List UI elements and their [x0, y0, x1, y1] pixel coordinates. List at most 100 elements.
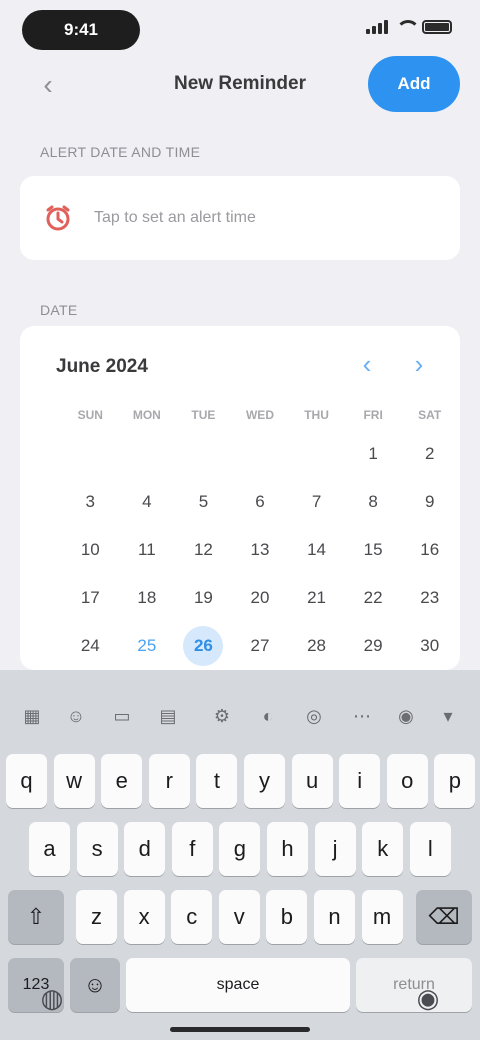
key-x[interactable]: x	[123, 890, 165, 944]
key-q[interactable]: q	[6, 754, 47, 808]
weekday-label: SAT	[418, 408, 442, 422]
key-w[interactable]: w	[53, 754, 95, 808]
day-cell[interactable]: 12	[175, 526, 232, 574]
more-icon[interactable]: ⋯	[350, 704, 374, 728]
calendar: June 2024 ‹ › SUN MON TUE WED THU FRI SAT 1234…	[20, 326, 460, 670]
key-f[interactable]: f	[171, 822, 213, 876]
globe-icon[interactable]: ◍	[32, 978, 72, 1018]
day-cell[interactable]: 24	[62, 622, 119, 670]
settings-icon[interactable]: ⚙	[210, 704, 234, 728]
day-cell[interactable]: 5	[175, 478, 232, 526]
day-cell[interactable]: 6	[232, 478, 289, 526]
day-cell[interactable]: 11	[119, 526, 176, 574]
day-cell[interactable]: 23	[401, 574, 458, 622]
key-e[interactable]: e	[101, 754, 143, 808]
delete-icon: ⌫	[428, 904, 460, 929]
key-j[interactable]: j	[314, 822, 356, 876]
key-row-1: qwertyuiop	[0, 754, 480, 812]
key-v[interactable]: v	[218, 890, 260, 944]
day-cell[interactable]: 7	[288, 478, 345, 526]
emoji-icon[interactable]: ☺	[64, 704, 88, 728]
key-h[interactable]: h	[267, 822, 308, 876]
day-cell[interactable]: 21	[288, 574, 345, 622]
key-o[interactable]: o	[386, 754, 428, 808]
day-cell[interactable]: 17	[62, 574, 119, 622]
home-area: ◍ ◉	[0, 940, 480, 1040]
translate-icon[interactable]: ◎	[302, 704, 326, 728]
day-cell[interactable]: 20	[232, 574, 289, 622]
clipboard-icon[interactable]: ▤	[156, 704, 180, 728]
key-c[interactable]: c	[171, 890, 213, 944]
day-cell[interactable]: 9	[401, 478, 458, 526]
day-cell[interactable]: 30	[401, 622, 458, 670]
day-cell[interactable]: 4	[119, 478, 176, 526]
day-cell[interactable]: 8	[345, 478, 402, 526]
gif-icon[interactable]: ▭	[110, 704, 134, 728]
day-cell[interactable]: 26	[175, 622, 232, 670]
calendar-month[interactable]: June 2024	[56, 356, 148, 378]
signal-icon	[366, 20, 388, 34]
day-cell[interactable]: 25	[119, 622, 176, 670]
key-s[interactable]: s	[76, 822, 118, 876]
weekday-header: SUN MON TUE WED THU FRI SAT	[62, 408, 458, 422]
day-cell[interactable]: 15	[345, 526, 402, 574]
key-z[interactable]: z	[76, 890, 117, 944]
day-cell[interactable]: 1	[345, 430, 402, 478]
day-cell[interactable]: 3	[62, 478, 119, 526]
chevron-left-icon[interactable]: ‹	[34, 71, 62, 100]
key-p[interactable]: p	[434, 754, 476, 808]
calendar-nav: ‹ ›	[354, 351, 432, 378]
status-icons	[366, 20, 452, 34]
day-cell[interactable]: 13	[232, 526, 289, 574]
key-m[interactable]: m	[361, 890, 403, 944]
day-cell[interactable]: 29	[345, 622, 402, 670]
day-cell[interactable]: 22	[345, 574, 402, 622]
alert-row[interactable]: Tap to set an alert time	[20, 176, 460, 260]
day-cell[interactable]: 2	[401, 430, 458, 478]
key-l[interactable]: l	[409, 822, 451, 876]
day-grid: 1 2 3 4 5 6 7 8 9 10 11 12 13 14 15 16 17 18 19 20 21 22 23 24 2…	[62, 430, 458, 670]
day-cell[interactable]: 16	[401, 526, 458, 574]
key-b[interactable]: b	[266, 890, 308, 944]
day-cell[interactable]: 19	[175, 574, 232, 622]
key-t[interactable]: t	[196, 754, 238, 808]
shift-icon: ⇧	[26, 904, 46, 929]
nav-bar: ‹ New Reminder Add	[0, 56, 480, 116]
day-cell[interactable]: 18	[119, 574, 176, 622]
wifi-icon	[396, 20, 420, 34]
chevron-left-icon[interactable]: ‹	[354, 351, 380, 378]
mic-icon[interactable]: ◉	[394, 704, 418, 728]
key-r[interactable]: r	[148, 754, 190, 808]
page-title: New Reminder	[174, 73, 306, 94]
key-n[interactable]: n	[314, 890, 355, 944]
key-a[interactable]: a	[29, 822, 70, 876]
shift-key[interactable]: ⇧	[8, 890, 64, 944]
section-header-alert: ALERT DATE AND TIME	[40, 144, 201, 160]
grid-icon[interactable]: ▦	[20, 704, 44, 728]
day-cell[interactable]: 14	[288, 526, 345, 574]
palette-icon[interactable]: ◐	[256, 704, 280, 728]
key-d[interactable]: d	[124, 822, 166, 876]
status-bar: 9:41	[0, 0, 480, 60]
key-u[interactable]: u	[291, 754, 333, 808]
key-y[interactable]: y	[244, 754, 285, 808]
key-g[interactable]: g	[219, 822, 261, 876]
section-header-date: DATE	[40, 302, 78, 318]
weekday-label: THU	[304, 408, 329, 422]
key-k[interactable]: k	[362, 822, 404, 876]
expand-icon[interactable]: ▾	[436, 704, 460, 728]
home-indicator[interactable]	[170, 1027, 310, 1032]
add-button[interactable]: Add	[368, 56, 460, 112]
weekday-label: SUN	[77, 408, 103, 422]
key-i[interactable]: i	[339, 754, 381, 808]
weekday-label: WED	[245, 408, 274, 422]
day-cell[interactable]: 28	[288, 622, 345, 670]
mic-icon[interactable]: ◉	[408, 978, 448, 1018]
suggestion-bar: ▦ ☺ ▭ ▤ ⚙ ◐ ◎ ⋯ ◉ ▾	[0, 686, 480, 746]
delete-key[interactable]: ⌫	[416, 890, 472, 944]
weekday-label: TUE	[191, 408, 216, 422]
battery-icon	[422, 20, 452, 34]
chevron-right-icon[interactable]: ›	[406, 351, 432, 378]
day-cell[interactable]: 27	[232, 622, 289, 670]
day-cell[interactable]: 10	[62, 526, 119, 574]
